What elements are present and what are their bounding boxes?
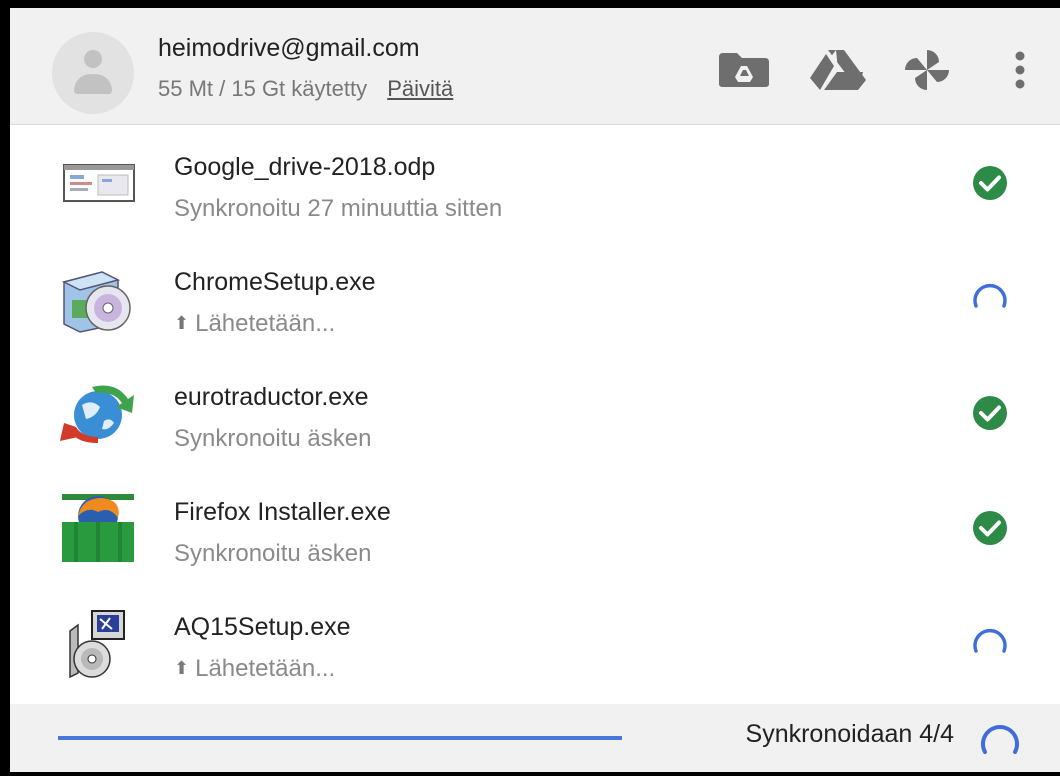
presentation-file-icon xyxy=(52,147,144,219)
account-email: heimodrive@gmail.com xyxy=(158,34,420,62)
file-status: Synkronoitu äsken xyxy=(174,425,372,452)
more-vert-icon[interactable] xyxy=(1002,46,1038,94)
backup-sync-panel: heimodrive@gmail.com 55 Mt / 15 Gt käyte… xyxy=(10,8,1060,772)
setup-cd-icon xyxy=(52,607,144,679)
file-status: ⬆ Lähetetään... xyxy=(174,655,335,683)
firefox-installer-icon xyxy=(52,492,144,564)
file-name: ChromeSetup.exe xyxy=(174,268,376,296)
sync-progress-bar xyxy=(58,736,622,740)
drive-folder-icon[interactable] xyxy=(716,46,772,94)
upgrade-link[interactable]: Päivitä xyxy=(387,76,453,101)
syncing-spinner-icon xyxy=(973,628,1007,653)
synced-check-icon xyxy=(973,166,1007,200)
syncing-spinner-icon xyxy=(981,725,1019,754)
google-photos-icon[interactable] xyxy=(898,46,956,94)
syncing-spinner-icon xyxy=(973,283,1007,308)
storage-usage: 55 Mt / 15 Gt käytetty Päivitä xyxy=(158,76,453,102)
avatar[interactable] xyxy=(52,32,134,114)
file-name: Google_drive-2018.odp xyxy=(174,153,436,181)
upload-arrow-icon: ⬆ xyxy=(174,313,190,333)
file-status: Synkronoitu 27 minuuttia sitten xyxy=(174,195,503,222)
synced-check-icon xyxy=(973,511,1007,545)
file-status-text: Lähetetään... xyxy=(195,655,336,682)
list-item[interactable]: Google_drive-2018.odp Synkronoitu 27 min… xyxy=(10,125,1060,241)
list-item[interactable]: ChromeSetup.exe ⬆ Lähetetään... xyxy=(10,240,1060,356)
storage-usage-text: 55 Mt / 15 Gt käytetty xyxy=(158,76,368,101)
sync-progress-fill xyxy=(58,736,622,740)
file-name: AQ15Setup.exe xyxy=(174,613,351,641)
synced-check-icon xyxy=(973,396,1007,430)
list-item[interactable]: eurotraductor.exe Synkronoitu äsken xyxy=(10,355,1060,471)
list-item[interactable]: Firefox Installer.exe Synkronoitu äsken xyxy=(10,470,1060,586)
file-name: Firefox Installer.exe xyxy=(174,498,391,526)
globe-arrows-icon xyxy=(52,377,144,449)
file-status: ⬆ Lähetetään... xyxy=(174,310,335,338)
sync-status-text: Synkronoidaan 4/4 xyxy=(745,720,954,748)
account-header: heimodrive@gmail.com 55 Mt / 15 Gt käyte… xyxy=(10,8,1060,125)
sync-footer: Synkronoidaan 4/4 xyxy=(10,704,1060,772)
upload-arrow-icon: ⬆ xyxy=(174,658,190,678)
installer-cd-icon xyxy=(52,262,144,334)
list-item[interactable]: AQ15Setup.exe ⬆ Lähetetään... xyxy=(10,585,1060,700)
file-status-text: Lähetetään... xyxy=(195,310,336,337)
google-drive-icon[interactable] xyxy=(806,46,870,94)
file-name: eurotraductor.exe xyxy=(174,383,369,411)
file-status: Synkronoitu äsken xyxy=(174,540,372,567)
